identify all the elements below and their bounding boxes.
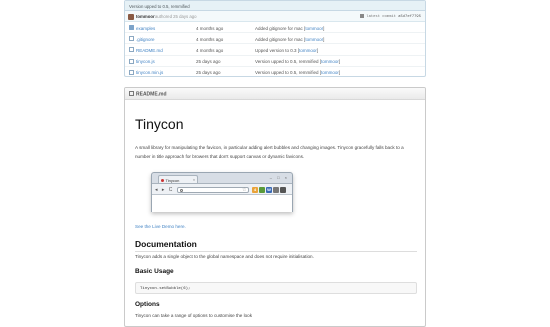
file-name-link[interactable]: tinycon.min.js: [136, 70, 163, 75]
mini-browser-tab: Tinycon ×: [158, 175, 198, 183]
readme-panel: README.md Tinycon A small library for ma…: [124, 87, 426, 327]
file-age: 25 days ago: [196, 59, 221, 65]
mini-tab-title: Tinycon: [165, 177, 180, 183]
last-commit-message[interactable]: Version upped to 0.5, remmified: [125, 1, 425, 11]
bracket-close: ]: [338, 70, 341, 76]
file-age: 25 days ago: [196, 70, 221, 76]
file-row[interactable]: README.md 4 months ago Upped version to 0.…: [125, 44, 425, 56]
file-row[interactable]: .gitignore 4 months ago Added gitignore fo…: [125, 33, 425, 45]
star-icon: ☆: [242, 187, 247, 193]
file-row[interactable]: examples 4 months ago Added gitignore for …: [125, 22, 425, 34]
folder-icon: [129, 25, 134, 30]
extension-w-icon: W: [266, 186, 272, 193]
basic-usage-heading: Basic Usage: [135, 268, 174, 275]
extension-gray-icon: [273, 186, 279, 193]
file-icon: [129, 47, 134, 53]
file-commit-text[interactable]: Added gitignore for mac: [255, 37, 303, 42]
file-commit-text[interactable]: Upped version to 0.3: [255, 48, 297, 53]
readme-title: Tinycon: [135, 116, 184, 132]
latest-commit: latest commit a5d7ef7795: [360, 14, 421, 19]
file-commit-text[interactable]: Version upped to 0.5, remmified: [255, 59, 319, 64]
file-age: 4 months ago: [196, 47, 224, 53]
options-heading: Options: [135, 301, 160, 308]
file-name-link[interactable]: .gitignore: [136, 37, 155, 42]
book-icon: [129, 91, 134, 96]
options-text: Tinycon can take a range of options to c…: [135, 313, 253, 318]
bracket-close: ]: [338, 59, 341, 65]
mini-address-bar: ☆: [177, 186, 249, 193]
mini-page-content: [152, 195, 292, 212]
readme-filename: README.md: [136, 91, 167, 98]
bracket-close: ]: [323, 36, 325, 42]
browser-screenshot-image: Tinycon × – □ × ◂ ▸ C ⌂ ☆ 4 W: [137, 172, 309, 217]
file-commit-message: Version upped to 0.5, remmified [tommoor…: [255, 70, 340, 75]
latest-commit-label: latest commit: [366, 15, 396, 19]
readme-intro: A small library for manipulating the fav…: [135, 145, 404, 159]
commit-authored: authored 25 days ago: [155, 14, 197, 19]
live-demo-link[interactable]: See the Live Demo here.: [135, 224, 186, 229]
documentation-heading: Documentation: [135, 239, 417, 252]
file-commit-message: Upped version to 0.3 [tommoor]: [255, 48, 318, 53]
file-commit-message: Version upped to 0.5, remmified [tommoor…: [255, 59, 340, 64]
file-browser: Version upped to 0.5, remmified tommoor …: [124, 0, 426, 77]
file-commit-message: Added gitignore for mac [tommoor]: [255, 37, 324, 42]
avatar[interactable]: [128, 13, 134, 20]
favicon-icon: [161, 178, 164, 182]
window-controls-icon: – □ ×: [269, 175, 289, 180]
page-icon: [179, 188, 183, 192]
file-name-link[interactable]: examples: [136, 26, 155, 31]
wrench-icon: [280, 186, 286, 193]
readme-header: README.md: [125, 88, 425, 100]
file-commit-author-link[interactable]: tommoor: [299, 48, 317, 53]
tab-close-icon: ×: [192, 177, 195, 182]
commit-sha-link[interactable]: a5d7ef7795: [398, 15, 421, 19]
file-age: 4 months ago: [196, 25, 224, 31]
file-name-link[interactable]: tinycon.js: [136, 59, 155, 64]
extension-notify-icon: 4: [252, 186, 258, 193]
commit-author[interactable]: tommoor: [136, 14, 155, 19]
bracket-close: ]: [316, 47, 319, 53]
file-row[interactable]: tinycon.min.js 25 days ago Version upped t…: [125, 67, 425, 76]
code-block: Tinycon.setBubble(6);: [135, 282, 417, 294]
file-commit-author-link[interactable]: tommoor: [321, 70, 339, 75]
file-age: 4 months ago: [196, 36, 224, 42]
commit-meta: tommoor authored 25 days ago latest comm…: [125, 11, 425, 22]
file-icon: [129, 36, 134, 42]
file-commit-message: Added gitignore for mac [tommoor]: [255, 26, 324, 31]
file-commit-text[interactable]: Version upped to 0.5, remmified: [255, 70, 319, 75]
bracket-close: ]: [323, 25, 325, 31]
file-commit-text[interactable]: Added gitignore for mac: [255, 26, 303, 31]
file-row[interactable]: tinycon.js 25 days ago Version upped to 0.…: [125, 56, 425, 67]
mini-browser-window: Tinycon × – □ × ◂ ▸ C ⌂ ☆ 4 W: [151, 172, 293, 212]
file-icon: [129, 58, 134, 64]
mini-browser-toolbar: ◂ ▸ C ⌂ ☆ 4 W: [152, 183, 292, 195]
file-name-link[interactable]: README.md: [136, 48, 163, 53]
file-commit-author-link[interactable]: tommoor: [321, 59, 339, 64]
commit-icon: [360, 14, 365, 18]
documentation-text: Tinycon adds a single object to the glob…: [135, 254, 314, 259]
file-commit-author-link[interactable]: tommoor: [305, 37, 323, 42]
file-commit-author-link[interactable]: tommoor: [305, 26, 323, 31]
file-icon: [129, 69, 134, 75]
extension-green-icon: [259, 186, 265, 193]
